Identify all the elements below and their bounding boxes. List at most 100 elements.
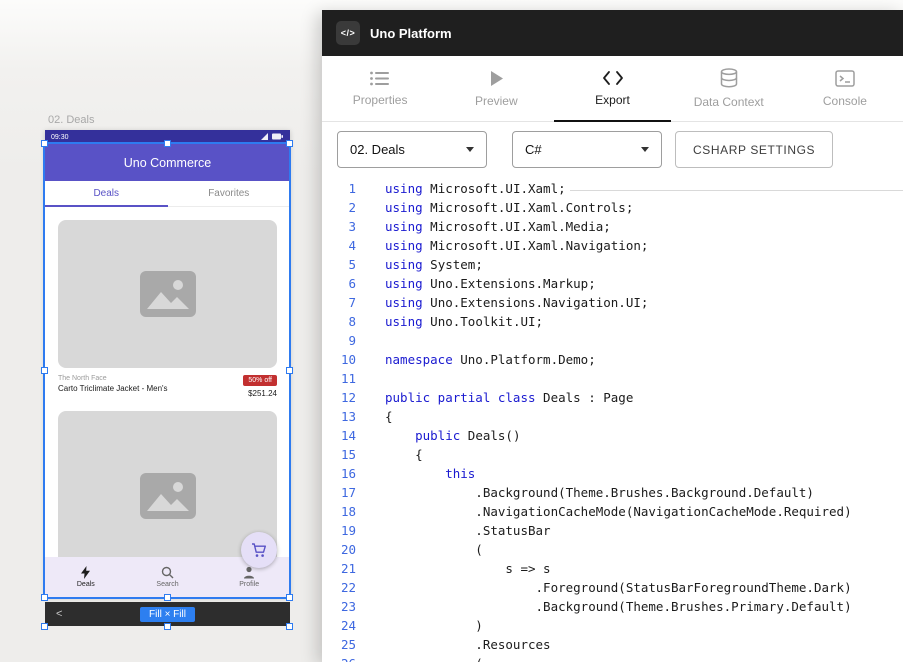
image-icon [140,271,196,317]
code-line: 6using Uno.Extensions.Markup; [322,274,903,293]
line-number: 4 [322,236,356,255]
cart-icon [251,543,267,558]
code-text: s => s [385,559,551,578]
nav-item-deals[interactable]: Deals [45,557,127,597]
code-text: using Microsoft.UI.Xaml.Media; [385,217,611,236]
tab-label: Preview [475,94,518,108]
uno-platform-panel: </> Uno Platform Properties Preview Expo… [322,10,903,662]
nav-label: Search [156,581,178,588]
code-line: 15 { [322,445,903,464]
selection-handle[interactable] [41,594,48,601]
line-number: 23 [322,597,356,616]
code-text: namespace Uno.Platform.Demo; [385,350,596,369]
selection-handle[interactable] [41,140,48,147]
code-text: using Microsoft.UI.Xaml.Navigation; [385,236,648,255]
selection-handle[interactable] [164,623,171,630]
play-icon [489,70,504,87]
selection-handle[interactable] [41,367,48,374]
code-editor[interactable]: 1using Microsoft.UI.Xaml;2using Microsof… [322,177,903,662]
code-line: 24 ) [322,616,903,635]
tab-properties[interactable]: Properties [322,56,438,121]
line-number: 17 [322,483,356,502]
back-chevron-icon[interactable]: < [56,608,62,620]
flash-icon [80,566,91,579]
current-line-rule [570,190,903,191]
phone-tab-favorites[interactable]: Favorites [168,181,291,206]
language-dropdown[interactable]: C# [512,131,662,168]
code-line: 18 .NavigationCacheMode(NavigationCacheM… [322,502,903,521]
selection-handle[interactable] [41,623,48,630]
product-brand: The North Face [58,375,168,382]
code-text: this [385,464,475,483]
artboard-label[interactable]: 02. Deals [48,114,94,126]
code-text: ( [385,654,483,662]
nav-item-search[interactable]: Search [127,557,209,597]
csharp-settings-button[interactable]: CSHARP SETTINGS [675,131,833,168]
code-text: ) [385,616,483,635]
chevron-down-icon [641,147,649,152]
code-line: 25 .Resources [322,635,903,654]
database-icon [720,68,738,88]
list-icon [370,71,390,86]
person-icon [243,566,255,579]
line-number: 8 [322,312,356,331]
nav-label: Deals [77,581,95,588]
phone-tab-deals[interactable]: Deals [45,181,168,206]
line-number: 18 [322,502,356,521]
export-controls-row: 02. Deals C# CSHARP SETTINGS [322,122,903,177]
phone-tab-bar: Deals Favorites [45,181,290,207]
line-number: 24 [322,616,356,635]
tab-console[interactable]: Console [787,56,903,121]
code-line: 3using Microsoft.UI.Xaml.Media; [322,217,903,236]
line-number: 21 [322,559,356,578]
code-line: 4 using Microsoft.UI.Xaml.Navigation; [322,236,903,255]
tab-label: Properties [353,93,408,107]
code-text: { [385,407,393,426]
code-line: 22 .Foreground(StatusBarForegroundTheme.… [322,578,903,597]
tab-preview[interactable]: Preview [438,56,554,121]
selection-handle[interactable] [286,623,293,630]
selection-handle[interactable] [286,594,293,601]
tab-export[interactable]: Export [554,56,670,121]
selection-handle[interactable] [286,140,293,147]
code-line: 1using Microsoft.UI.Xaml; [322,179,903,198]
battery-icon [272,134,281,140]
code-line: 26 ( [322,654,903,662]
panel-title: Uno Platform [370,26,452,41]
line-number: 15 [322,445,356,464]
cart-fab-button[interactable] [241,532,277,568]
phone-preview[interactable]: 09:30 Uno Commerce Deals Favorites The N… [45,130,290,597]
selection-handle[interactable] [164,140,171,147]
line-number: 7 [322,293,356,312]
line-number: 19 [322,521,356,540]
code-line: 2using Microsoft.UI.Xaml.Controls; [322,198,903,217]
code-text: { [385,445,423,464]
product-image-placeholder[interactable] [58,220,277,368]
code-text: .Resources [385,635,551,654]
code-icon [602,70,624,86]
code-line: 16 this [322,464,903,483]
code-line: 13 { [322,407,903,426]
code-text: public partial class Deals : Page [385,388,633,407]
code-text: .Foreground(StatusBarForegroundTheme.Dar… [385,578,852,597]
code-line: 11 [322,369,903,388]
nav-label: Profile [239,581,259,588]
product-info-row: The North Face Carto Triclimate Jacket -… [45,368,290,404]
code-line: 20 ( [322,540,903,559]
line-number: 13 [322,407,356,426]
product-image-placeholder[interactable] [58,411,277,557]
selection-handle[interactable] [286,367,293,374]
tab-label: Export [595,93,630,107]
code-text: .NavigationCacheMode(NavigationCacheMode… [385,502,852,521]
image-icon [140,473,196,519]
signal-icon [261,133,268,140]
tab-data-context[interactable]: Data Context [671,56,787,121]
panel-header: </> Uno Platform [322,10,903,56]
size-badge: Fill × Fill [140,607,195,622]
line-number: 20 [322,540,356,559]
page-dropdown[interactable]: 02. Deals [337,131,487,168]
product-text-col: The North Face Carto Triclimate Jacket -… [58,375,168,398]
code-line: 19 .StatusBar [322,521,903,540]
selection-handle[interactable] [164,594,171,601]
code-lines: 1using Microsoft.UI.Xaml;2using Microsof… [322,179,903,662]
